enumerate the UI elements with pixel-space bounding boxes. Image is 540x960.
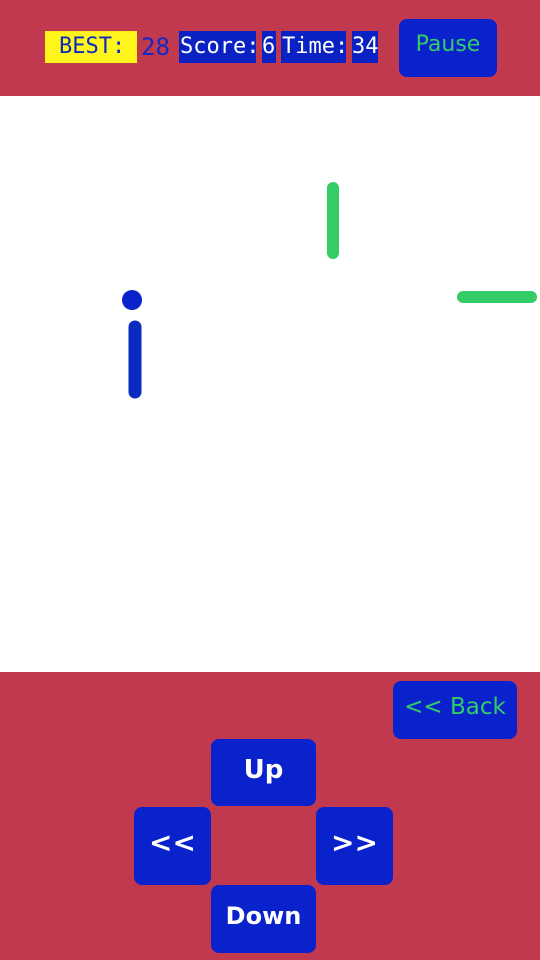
up-button[interactable]: Up [211,739,316,806]
top-bar: BEST: 28 Score: 6 Time: 34 Pause [0,0,540,96]
pause-button[interactable]: Pause [399,19,497,77]
left-button[interactable]: << [134,807,211,885]
player-head [122,290,142,310]
best-label: BEST: [45,31,137,63]
game-playfield[interactable] [0,96,540,672]
time-label: Time: [281,31,348,63]
down-button[interactable]: Down [211,885,316,953]
score-label: Score: [179,31,259,63]
score-value: 6 [262,31,276,63]
back-button[interactable]: << Back [393,681,517,739]
right-button[interactable]: >> [316,807,393,885]
game-canvas [122,182,537,399]
control-panel: << Back Up << >> Down [0,672,540,960]
best-value: 28 [141,33,170,61]
time-value: 34 [352,31,379,63]
